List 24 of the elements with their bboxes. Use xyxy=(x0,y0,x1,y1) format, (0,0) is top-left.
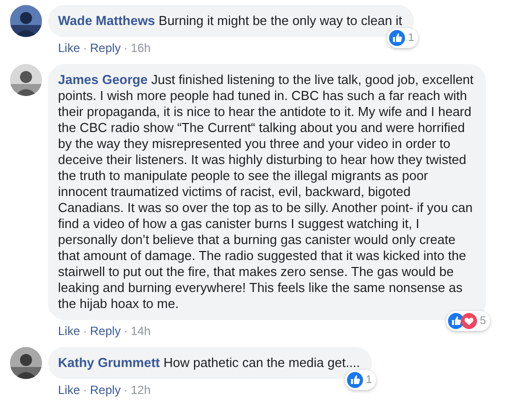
thumbs-up-icon xyxy=(346,372,363,388)
comment-time: 14h xyxy=(130,324,151,338)
comment-text: Kathy Grummett How pathetic can the media get.... xyxy=(58,355,360,370)
comment-action-link[interactable]: Like xyxy=(58,324,80,338)
thumbs-up-icon xyxy=(448,313,464,329)
author-link[interactable]: James George xyxy=(58,72,148,87)
comment-time: 16h xyxy=(130,41,151,55)
author-link[interactable]: Wade Matthews xyxy=(58,13,156,28)
comment-action-link[interactable]: Like xyxy=(58,383,80,397)
separator-dot: · xyxy=(83,324,88,338)
comment-action-link[interactable]: Reply xyxy=(90,41,121,55)
separator-dot: · xyxy=(83,383,88,397)
comment-text: Wade Matthews Burning it might be the only way to clean it xyxy=(58,13,402,28)
thumbs-up-icon xyxy=(389,30,406,46)
separator-dot: · xyxy=(124,324,128,338)
comment-action-link[interactable]: Like xyxy=(58,41,80,55)
comment-text: James George Just finished listening to the live talk, good job, excellent points. I wish more people had tuned in. CBC has such a far reach with their propaganda, it is nice to hear the antidote to it. My wife and I heard the CBC radio show “The Current“ talking about you and were horrified by the way they misrepresented you three and your video in order to deceive their listeners. It was highly disturbing to hear how they twisted the truth to manipulate people to see the illegal migrants as poor innocent traumatized victims of racist, evil, backward, bigoted Canadians. It was so over the top as to be silly. Another point- if you can find a video of how a gas canister burns I suggest watching it, I personally don’t believe that a burning gas canister would only create that amount of damage. The radio suggested that it was kicked into the stairwell to put out the fire, that makes zero sense. The gas would be leaking and burning everywhere! This feels like the same nonsense as the hijab hoax to me. xyxy=(58,72,474,311)
separator-dot: · xyxy=(124,383,128,397)
separator-dot: · xyxy=(124,41,128,55)
comment-time: 12h xyxy=(130,383,151,397)
comment-action-link[interactable]: Reply xyxy=(90,324,121,338)
comment-action-link[interactable]: Reply xyxy=(90,383,121,397)
author-link[interactable]: Kathy Grummett xyxy=(58,355,160,370)
separator-dot: · xyxy=(83,41,88,55)
